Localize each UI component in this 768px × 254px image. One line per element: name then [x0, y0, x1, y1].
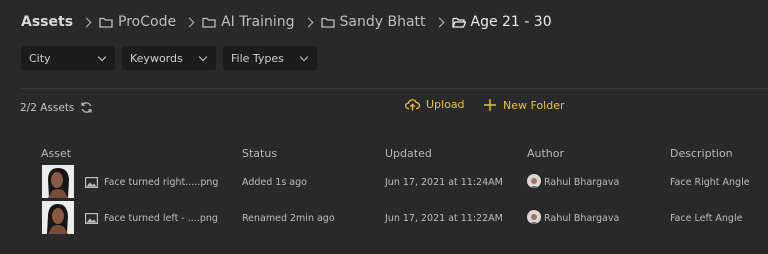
column-header-status[interactable]: Status	[242, 147, 277, 160]
asset-updated: Jun 17, 2021 at 11:22AM	[385, 213, 503, 224]
asset-description: Face Right Angle	[670, 177, 750, 188]
table-row[interactable]: Face turned left - ....png Renamed 2min …	[0, 201, 768, 237]
chevron-right-icon	[81, 17, 92, 27]
asset-author: Rahul Bhargava	[544, 213, 620, 224]
breadcrumb-item-procode[interactable]: ProCode	[99, 14, 176, 30]
asset-thumbnail	[42, 165, 74, 198]
folder-open-icon	[451, 17, 466, 28]
asset-description: Face Left Angle	[670, 213, 743, 224]
breadcrumb-label: AI Training	[221, 14, 295, 30]
asset-name[interactable]: Face turned right.....png	[104, 177, 218, 188]
filter-label: File Types	[231, 51, 284, 65]
column-header-description[interactable]: Description	[670, 147, 733, 160]
folder-icon	[320, 17, 335, 28]
plus-icon	[484, 99, 496, 111]
city-filter-dropdown[interactable]: City	[21, 46, 115, 70]
chevron-right-icon	[434, 17, 444, 27]
upload-label: Upload	[426, 98, 465, 111]
asset-name[interactable]: Face turned left - ....png	[104, 213, 218, 224]
column-header-asset[interactable]: Asset	[41, 147, 71, 160]
avatar	[527, 210, 541, 224]
breadcrumb-root[interactable]: Assets	[21, 14, 73, 30]
filter-bar: City Keywords File Types	[21, 46, 317, 70]
breadcrumb-item-current: Age 21 - 30	[451, 14, 552, 30]
new-folder-label: New Folder	[503, 98, 565, 112]
breadcrumb-item-ai-training[interactable]: AI Training	[202, 14, 295, 30]
folder-icon	[202, 17, 216, 28]
asset-updated: Jun 17, 2021 at 11:24AM	[385, 177, 503, 188]
folder-icon	[99, 17, 113, 28]
column-header-author[interactable]: Author	[527, 147, 564, 160]
image-file-icon	[85, 213, 98, 224]
breadcrumb-label: Sandy Bhatt	[339, 14, 426, 30]
chevron-down-icon	[198, 52, 208, 61]
table-row[interactable]: Face turned right.....png Added 1s ago J…	[0, 165, 768, 201]
asset-status: Renamed 2min ago	[242, 213, 335, 224]
avatar	[527, 174, 541, 188]
chevron-down-icon	[299, 52, 309, 61]
chevron-down-icon	[97, 52, 107, 61]
cloud-upload-icon	[405, 99, 420, 111]
filter-label: Keywords	[130, 51, 183, 65]
upload-button[interactable]: Upload	[405, 98, 465, 111]
divider	[21, 88, 768, 89]
file-types-filter-dropdown[interactable]: File Types	[223, 46, 317, 70]
image-file-icon	[85, 177, 98, 188]
column-header-updated[interactable]: Updated	[385, 147, 432, 160]
breadcrumb-item-sandy-bhatt[interactable]: Sandy Bhatt	[320, 14, 426, 30]
new-folder-button[interactable]: New Folder	[483, 98, 564, 112]
chevron-right-icon	[303, 17, 313, 27]
asset-thumbnail	[42, 201, 74, 234]
breadcrumb-label: Age 21 - 30	[470, 14, 552, 30]
breadcrumb-label: ProCode	[118, 14, 177, 30]
chevron-right-icon	[184, 17, 195, 27]
asset-count-label: 2/2 Assets	[20, 101, 75, 114]
keywords-filter-dropdown[interactable]: Keywords	[122, 46, 216, 70]
breadcrumb: Assets ProCode AI Training Sandy Bhatt A…	[21, 11, 552, 33]
asset-status: Added 1s ago	[242, 177, 307, 188]
asset-count: 2/2 Assets	[20, 101, 93, 114]
filter-label: City	[29, 51, 51, 65]
refresh-icon[interactable]	[80, 101, 93, 114]
asset-author: Rahul Bhargava	[544, 177, 620, 188]
